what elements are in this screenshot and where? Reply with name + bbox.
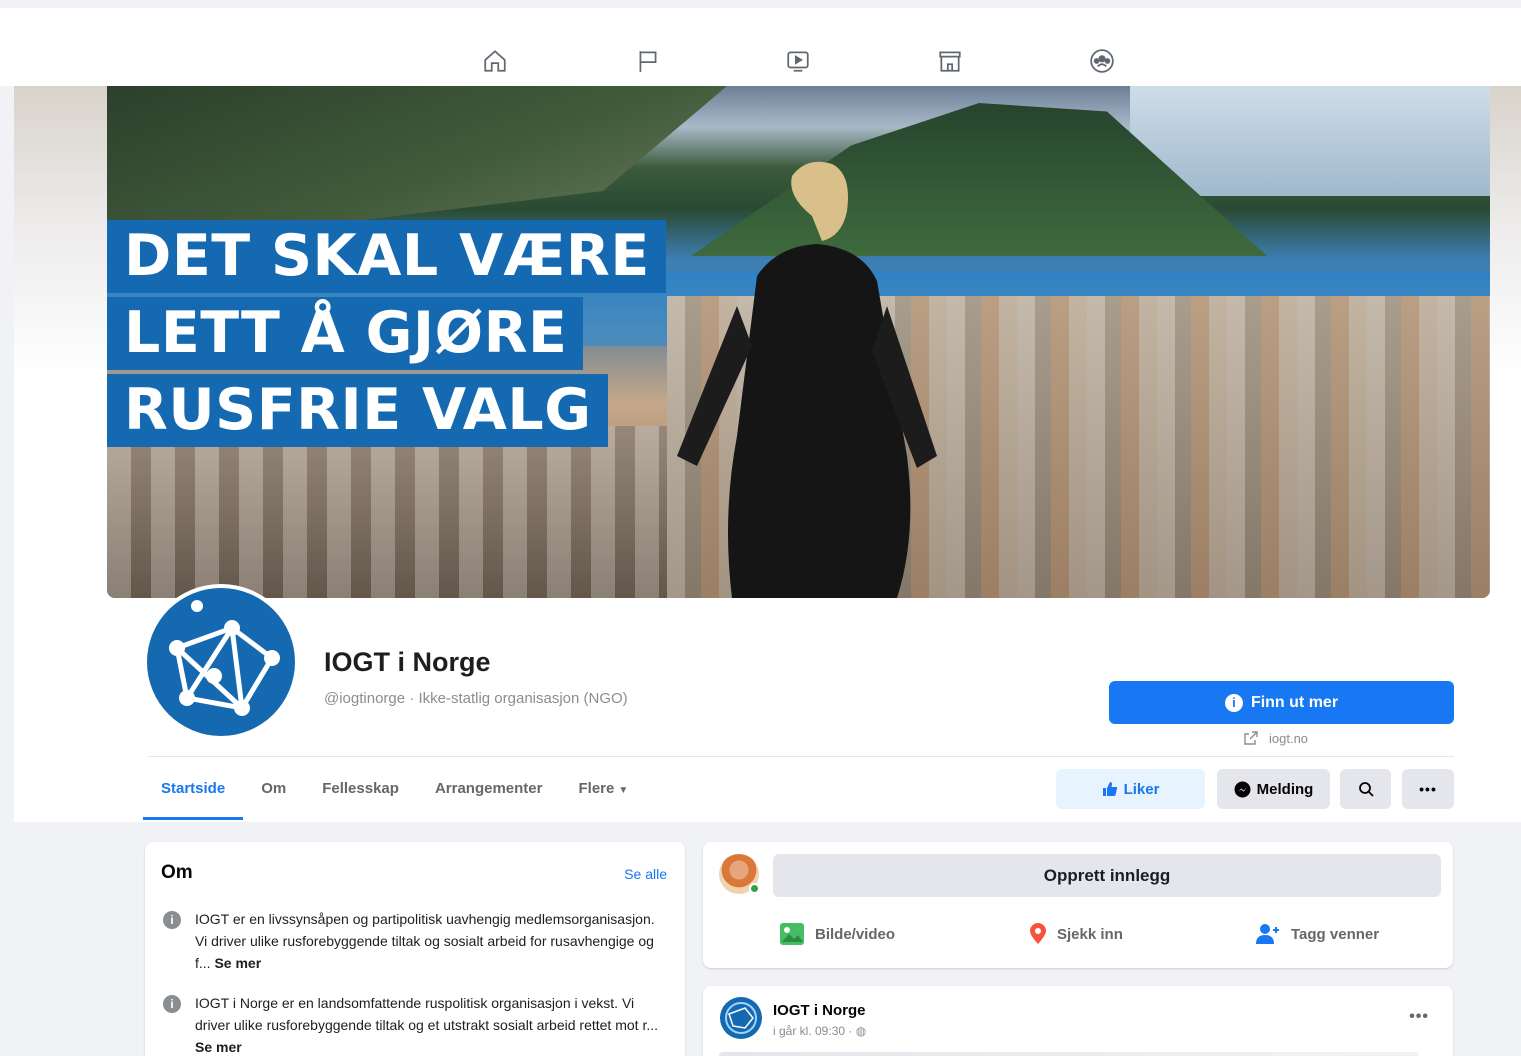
- post-author-avatar[interactable]: [719, 996, 763, 1040]
- post-composer: Opprett innlegg Bilde/video Sjekk inn Ta…: [703, 842, 1453, 968]
- globe-logo-icon: [147, 588, 295, 736]
- groups-icon[interactable]: [1087, 44, 1117, 78]
- photo-icon: [780, 923, 804, 945]
- post-author-name[interactable]: IOGT i Norge: [773, 1002, 866, 1019]
- like-button[interactable]: Liker: [1056, 769, 1205, 809]
- more-options-button[interactable]: •••: [1402, 769, 1454, 809]
- cover-headline: DET SKAL VÆRE LETT Å GJØRE RUSFRIE VALG: [107, 220, 666, 451]
- photo-video-label: Bilde/video: [815, 925, 896, 943]
- tag-friends-button[interactable]: Tagg venner: [1255, 920, 1379, 948]
- like-label: Liker: [1123, 780, 1160, 798]
- tab-about[interactable]: Om: [243, 768, 304, 820]
- tab-events[interactable]: Arrangementer: [417, 768, 561, 820]
- cover-mountain: [107, 86, 727, 236]
- about-title: Om: [161, 862, 193, 883]
- headline-line: LETT Å GJØRE: [107, 297, 584, 370]
- post-options-button[interactable]: •••: [1409, 1008, 1429, 1026]
- headline-line: RUSFRIE VALG: [107, 374, 608, 447]
- cover-person: [677, 161, 937, 598]
- header-divider: [148, 756, 1454, 757]
- thumbs-up-icon: [1102, 782, 1117, 796]
- caret-down-icon: ▼: [618, 785, 629, 796]
- about-description: IOGT er en livssynsåpen og partipolitisk…: [195, 911, 655, 971]
- messenger-icon: [1234, 781, 1251, 797]
- about-item: i IOGT i Norge er en landsomfattende rus…: [163, 992, 663, 1056]
- website-label: iogt.no: [1269, 730, 1309, 746]
- post-time-text: i går kl. 09:30 ·: [773, 1024, 856, 1038]
- tab-more-label: Flere: [578, 780, 615, 797]
- page-title: IOGT i Norge: [324, 647, 491, 677]
- globe-icon: ◍: [855, 1024, 867, 1038]
- tag-friends-icon: [1256, 924, 1279, 944]
- post-card: IOGT i Norge i går kl. 09:30 · ◍ •••: [703, 986, 1453, 1056]
- learn-more-button[interactable]: i Finn ut mer: [1109, 681, 1454, 724]
- message-label: Melding: [1256, 780, 1314, 798]
- about-text: IOGT i Norge er en landsomfattende ruspo…: [195, 992, 663, 1056]
- info-icon: i: [163, 995, 181, 1013]
- marketplace-icon[interactable]: [935, 44, 965, 78]
- video-icon[interactable]: [783, 44, 813, 78]
- about-description: IOGT i Norge er en landsomfattende ruspo…: [195, 995, 658, 1033]
- globe-logo-icon: [720, 997, 762, 1039]
- tab-community[interactable]: Fellesskap: [304, 768, 417, 820]
- ellipsis-icon: •••: [1419, 781, 1437, 797]
- page-subtitle: @iogtinorge · Ikke-statlig organisasjon …: [324, 690, 628, 707]
- tab-home[interactable]: Startside: [143, 768, 244, 820]
- page-tabs: Startside Om Fellesskap Arrangementer Fl…: [143, 768, 646, 822]
- search-icon: [1358, 782, 1374, 797]
- see-more-link[interactable]: Se mer: [195, 1039, 242, 1055]
- post-text-preview: [719, 1052, 1419, 1056]
- location-pin-icon: [1030, 923, 1046, 944]
- cover-town: [107, 426, 667, 598]
- about-item: i IOGT er en livssynsåpen og partipoliti…: [163, 908, 663, 974]
- message-button[interactable]: Melding: [1217, 769, 1330, 809]
- see-all-link[interactable]: Se alle: [624, 866, 667, 882]
- info-icon: i: [1224, 693, 1243, 712]
- post-timestamp[interactable]: i går kl. 09:30 · ◍: [773, 1024, 866, 1038]
- home-icon[interactable]: [480, 44, 510, 78]
- tag-friends-label: Tagg venner: [1291, 925, 1380, 943]
- check-in-label: Sjekk inn: [1057, 925, 1123, 943]
- about-card: Om Se alle i IOGT er en livssynsåpen og …: [145, 842, 685, 1056]
- flag-icon[interactable]: [633, 44, 663, 78]
- check-in-button[interactable]: Sjekk inn: [1029, 920, 1123, 948]
- cover-sky: [1130, 86, 1490, 196]
- tab-more[interactable]: Flere ▼: [560, 768, 646, 820]
- photo-video-button[interactable]: Bilde/video: [779, 920, 895, 948]
- info-icon: i: [163, 911, 181, 929]
- external-link-icon: [1244, 731, 1258, 745]
- website-link[interactable]: iogt.no: [1243, 730, 1308, 746]
- top-navigation: [0, 8, 1521, 86]
- see-more-link[interactable]: Se mer: [214, 955, 261, 971]
- user-avatar[interactable]: [719, 854, 760, 894]
- online-status-icon: [749, 883, 760, 894]
- search-button[interactable]: [1340, 769, 1391, 809]
- page-avatar[interactable]: [143, 584, 299, 740]
- learn-more-label: Finn ut mer: [1250, 693, 1339, 711]
- headline-line: DET SKAL VÆRE: [107, 220, 666, 293]
- about-text: IOGT er en livssynsåpen og partipolitisk…: [195, 908, 663, 974]
- create-post-input[interactable]: Opprett innlegg: [773, 854, 1441, 897]
